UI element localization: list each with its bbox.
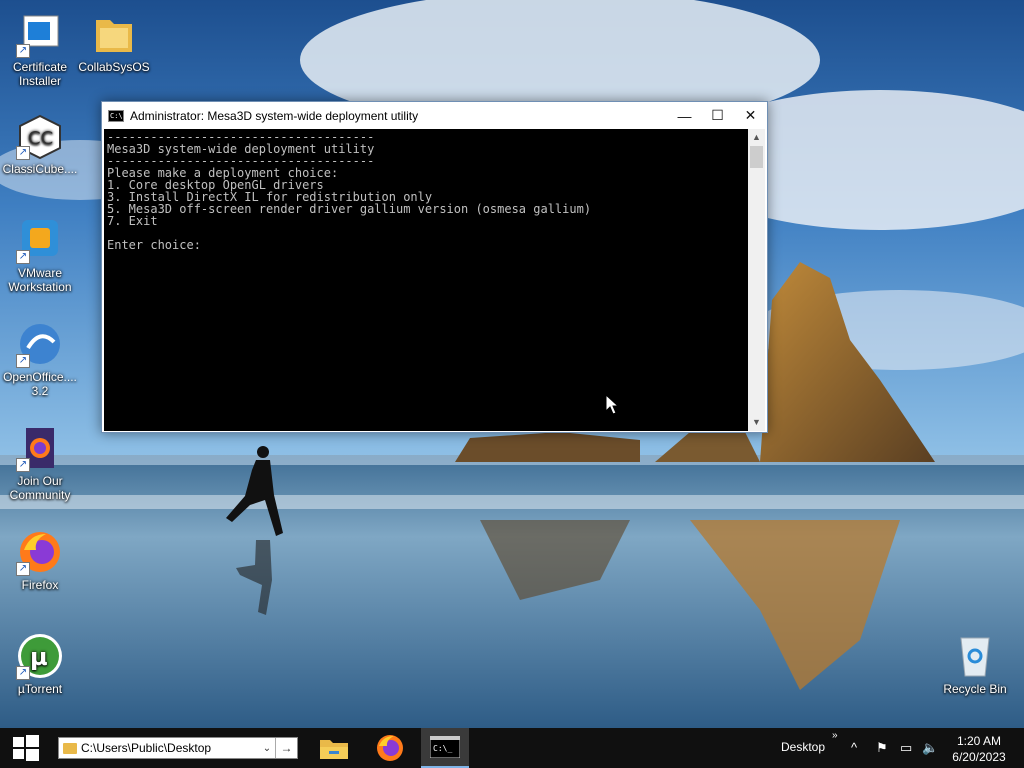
classicube-icon: CC ↗ (16, 112, 64, 160)
command-prompt-icon: C:\_ (430, 736, 460, 758)
mouse-cursor-icon (605, 393, 620, 421)
console-window[interactable]: C:\ Administrator: Mesa3D system-wide de… (101, 101, 768, 433)
window-title: Administrator: Mesa3D system-wide deploy… (130, 108, 419, 123)
close-button[interactable]: ✕ (734, 102, 767, 129)
desktop-icon-label: ClassiCube.... (2, 162, 78, 176)
clock-date: 6/20/2023 (952, 750, 1006, 764)
vmware-icon: ↗ (16, 216, 64, 264)
minimize-button[interactable]: — (668, 102, 701, 129)
volume-muted-icon[interactable]: 🔈 (922, 740, 938, 756)
shortcut-arrow-icon: ↗ (16, 562, 30, 576)
desktop-icon-classicube[interactable]: CC ↗ ClassiCube.... (0, 112, 80, 176)
shortcut-arrow-icon: ↗ (16, 44, 30, 58)
desktop-icon-label: Join Our Community (9, 474, 71, 502)
desktop-icon-utorrent[interactable]: µ ↗ µTorrent (0, 632, 80, 696)
svg-text:CC: CC (28, 128, 53, 149)
chevron-down-icon[interactable]: ⌄ (259, 743, 275, 754)
desktop-icon-certificate-installer[interactable]: ↗ Certificate Installer (0, 10, 80, 88)
scroll-up-icon[interactable]: ▲ (748, 129, 765, 146)
console-line: 7. Exit (107, 214, 158, 228)
folder-icon (63, 742, 77, 754)
address-toolbar: C:\Users\Public\Desktop ⌄ → (58, 737, 298, 759)
start-button[interactable] (0, 728, 52, 768)
action-center-flag-icon[interactable]: ⚑ (876, 740, 888, 756)
desktop-icon-vmware[interactable]: ↗ VMware Workstation (0, 216, 80, 294)
shortcut-arrow-icon: ↗ (16, 666, 30, 680)
desktop-icon-collabsysos[interactable]: CollabSysOS (74, 10, 154, 74)
taskbar: C:\Users\Public\Desktop ⌄ → C:\_ Desktop… (0, 728, 1024, 768)
shortcut-arrow-icon: ↗ (16, 146, 30, 160)
shortcut-arrow-icon: ↗ (16, 250, 30, 264)
toolbar-expand-icon[interactable]: » (832, 730, 838, 741)
taskbar-file-explorer[interactable] (310, 728, 358, 768)
console-app-icon: C:\ (108, 109, 124, 122)
address-input[interactable]: C:\Users\Public\Desktop (81, 741, 259, 755)
desktop-icon-label: Recycle Bin (943, 682, 1007, 696)
show-hidden-icons-chevron-icon[interactable]: ^ (851, 740, 857, 755)
firefox-icon: ↗ (16, 528, 64, 576)
desktop-icon-label: CollabSysOS (78, 60, 150, 74)
firefox-document-icon: ↗ (16, 424, 64, 472)
desktop-icon-firefox[interactable]: ↗ Firefox (0, 528, 80, 592)
clock-time: 1:20 AM (956, 734, 1002, 748)
desktop-icon-label: µTorrent (17, 682, 63, 696)
taskbar-command-prompt[interactable]: C:\_ (421, 728, 469, 768)
desktop-icon-label: Certificate Installer (12, 60, 68, 88)
shortcut-arrow-icon: ↗ (16, 354, 30, 368)
console-line: 5. Mesa3D off-screen render driver galli… (107, 202, 592, 216)
vertical-scrollbar[interactable]: ▲ ▼ (748, 129, 765, 431)
console-output[interactable]: ------------------------------------- Mes… (104, 129, 749, 431)
svg-text:µ: µ (30, 643, 48, 671)
go-arrow-button[interactable]: → (275, 738, 297, 758)
svg-text:C:\_: C:\_ (433, 744, 452, 753)
utorrent-icon: µ ↗ (16, 632, 64, 680)
desktop-icon-label: Firefox (21, 578, 59, 592)
system-clock[interactable]: 1:20 AM 6/20/2023 (948, 733, 1010, 765)
taskbar-firefox[interactable] (366, 728, 414, 768)
file-explorer-icon (320, 740, 348, 759)
scrollbar-thumb[interactable] (750, 146, 763, 168)
folder-icon (90, 10, 138, 58)
certificate-installer-icon: ↗ (16, 10, 64, 58)
recycle-bin-icon (951, 632, 999, 680)
scroll-down-icon[interactable]: ▼ (748, 414, 765, 431)
desktop-icon-label: VMware Workstation (8, 266, 72, 294)
openoffice-icon: ↗ (16, 320, 64, 368)
window-titlebar[interactable]: C:\ Administrator: Mesa3D system-wide de… (102, 102, 767, 129)
desktop-icon-label: OpenOffice.... 3.2 (3, 370, 77, 398)
windows-logo-icon (13, 735, 39, 761)
maximize-button[interactable]: ☐ (701, 102, 734, 129)
network-icon[interactable]: ▭ (900, 740, 912, 756)
shortcut-arrow-icon: ↗ (16, 458, 30, 472)
firefox-icon (377, 735, 403, 761)
console-line: Enter choice: (107, 238, 201, 252)
desktop-icon-recycle-bin[interactable]: Recycle Bin (935, 632, 1015, 696)
desktop-icon-join-our-community[interactable]: ↗ Join Our Community (0, 424, 80, 502)
desktop-toolbar-label[interactable]: Desktop (781, 740, 825, 754)
desktop-icon-openoffice[interactable]: ↗ OpenOffice.... 3.2 (0, 320, 80, 398)
